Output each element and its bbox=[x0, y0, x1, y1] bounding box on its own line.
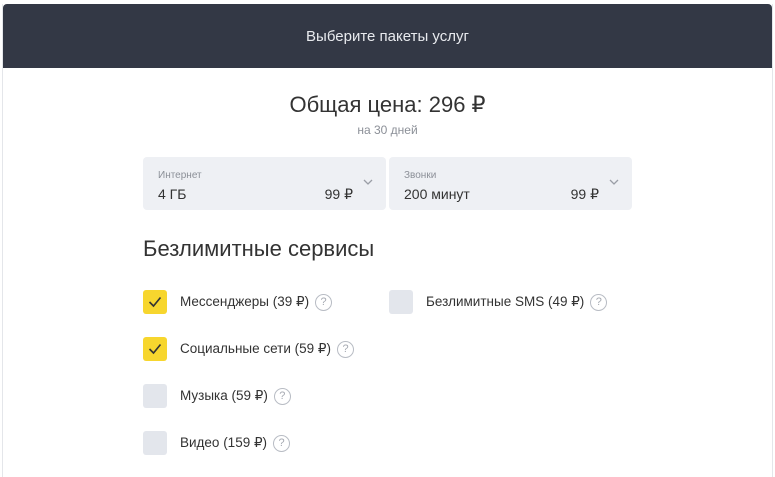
checkmark-icon bbox=[148, 343, 162, 355]
checkmark-icon bbox=[148, 296, 162, 308]
messengers-checkbox[interactable] bbox=[143, 290, 167, 314]
card-header: Выберите пакеты услуг bbox=[3, 4, 772, 68]
help-icon[interactable]: ? bbox=[315, 293, 333, 311]
header-title: Выберите пакеты услуг bbox=[306, 27, 469, 45]
help-icon[interactable]: ? bbox=[273, 387, 291, 405]
help-icon[interactable]: ? bbox=[590, 293, 608, 311]
messengers-label: Мессенджеры (39 ₽) bbox=[180, 294, 310, 309]
internet-label: Интернет bbox=[158, 170, 202, 181]
option-messengers[interactable]: Мессенджеры (39 ₽) ? bbox=[143, 289, 333, 315]
video-label: Видео (159 ₽) bbox=[180, 435, 268, 450]
calls-label: Звонки bbox=[404, 170, 437, 181]
calls-package-dropdown[interactable]: Звонки 200 минут 99 ₽ bbox=[389, 157, 632, 210]
music-label: Музыка (59 ₽) bbox=[180, 388, 268, 403]
unlimited-sms-checkbox[interactable] bbox=[389, 290, 413, 314]
calls-value: 200 минут bbox=[404, 186, 470, 202]
internet-package-dropdown[interactable]: Интернет 4 ГБ 99 ₽ bbox=[143, 157, 386, 210]
video-checkbox[interactable] bbox=[143, 431, 167, 455]
internet-price: 99 ₽ bbox=[324, 186, 353, 202]
option-music[interactable]: Музыка (59 ₽) ? bbox=[143, 383, 291, 409]
social-networks-label: Социальные сети (59 ₽) bbox=[180, 341, 331, 356]
option-social-networks[interactable]: Социальные сети (59 ₽) ? bbox=[143, 336, 354, 362]
internet-value: 4 ГБ bbox=[158, 186, 187, 202]
calls-price: 99 ₽ bbox=[570, 186, 599, 202]
option-video[interactable]: Видео (159 ₽) ? bbox=[143, 430, 291, 456]
price-period: на 30 дней bbox=[357, 123, 418, 137]
music-checkbox[interactable] bbox=[143, 384, 167, 408]
option-unlimited-sms[interactable]: Безлимитные SMS (49 ₽) ? bbox=[389, 289, 608, 315]
unlimited-services-title: Безлимитные сервисы bbox=[143, 236, 375, 261]
chevron-down-icon bbox=[609, 179, 619, 185]
total-price: Общая цена: 296 ₽ bbox=[289, 92, 486, 117]
chevron-down-icon bbox=[363, 179, 373, 185]
service-package-card: Выберите пакеты услуг Общая цена: 296 ₽ … bbox=[2, 4, 773, 477]
unlimited-sms-label: Безлимитные SMS (49 ₽) bbox=[426, 294, 585, 309]
help-icon[interactable]: ? bbox=[337, 340, 354, 358]
social-networks-checkbox[interactable] bbox=[143, 337, 167, 361]
help-icon[interactable]: ? bbox=[273, 434, 291, 452]
price-summary: Общая цена: 296 ₽ на 30 дней bbox=[3, 92, 772, 137]
